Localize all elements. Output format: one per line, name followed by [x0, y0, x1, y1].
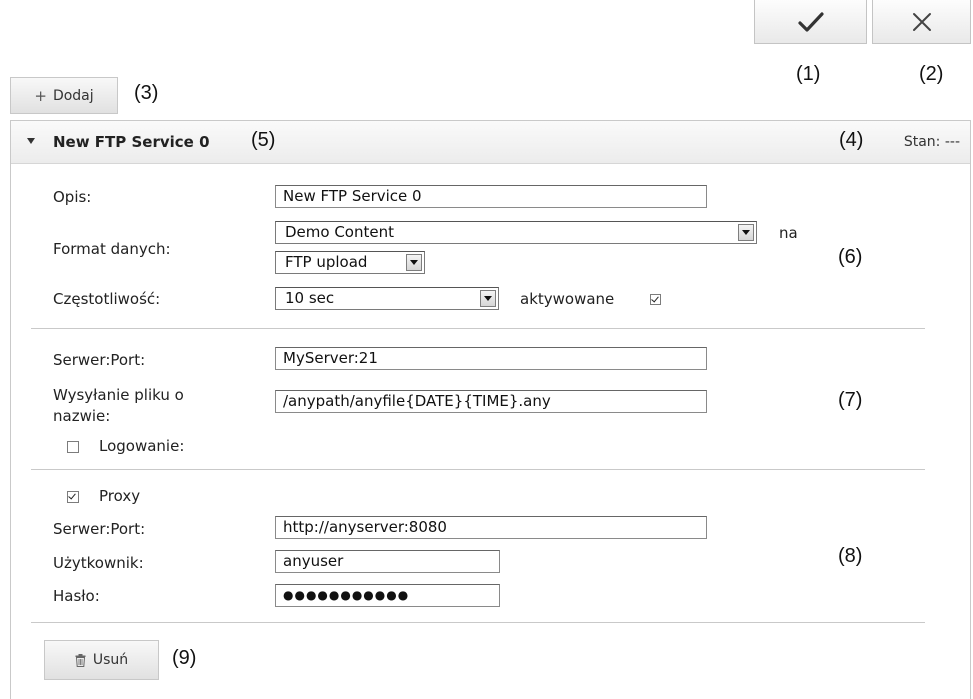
confirm-button[interactable]: [754, 0, 867, 44]
frequency-label: Częstotliwość:: [53, 290, 161, 308]
callout-4: (4): [839, 129, 864, 151]
service-title: New FTP Service 0: [53, 133, 210, 151]
checkmark-icon: [797, 11, 824, 32]
login-label: Logowanie:: [99, 437, 185, 455]
delete-button[interactable]: Usuń: [44, 640, 159, 680]
callout-3: (3): [134, 82, 159, 104]
activated-label: aktywowane: [520, 290, 615, 308]
chevron-down-icon[interactable]: [406, 254, 422, 271]
transfer-select[interactable]: FTP upload: [275, 251, 425, 274]
proxy-password-input[interactable]: ●●●●●●●●●●●: [275, 584, 500, 607]
filename-label-line1: Wysyłanie pliku o: [53, 386, 184, 404]
activated-checkbox[interactable]: [650, 294, 661, 305]
status-value: ---: [944, 134, 960, 150]
plus-icon: +: [34, 86, 47, 105]
filename-input[interactable]: /anypath/anyfile{DATE}{TIME}.any: [275, 390, 707, 413]
section-divider: [31, 469, 925, 470]
chevron-down-icon[interactable]: [738, 224, 754, 241]
format-select[interactable]: Demo Content: [275, 221, 757, 244]
proxy-checkbox[interactable]: [67, 491, 79, 503]
add-button[interactable]: + Dodaj: [10, 77, 118, 114]
proxy-user-input[interactable]: anyuser: [275, 550, 500, 573]
callout-1: (1): [796, 63, 821, 85]
description-input[interactable]: New FTP Service 0: [275, 185, 707, 208]
trash-icon: [75, 653, 86, 667]
callout-5: (5): [251, 129, 276, 151]
close-icon: [912, 12, 931, 31]
service-panel-header[interactable]: New FTP Service 0 (5) (4) Stan: ---: [11, 121, 970, 164]
filename-label-line2: nazwie:: [53, 407, 111, 425]
chevron-down-icon[interactable]: [480, 290, 496, 307]
ftp-server-input[interactable]: MyServer:21: [275, 347, 707, 370]
proxy-user-label: Użytkownik:: [53, 554, 144, 572]
callout-7: (7): [838, 389, 863, 411]
callout-8: (8): [838, 545, 863, 567]
status-indicator: Stan: ---: [904, 134, 960, 150]
description-label: Opis:: [53, 188, 92, 206]
cancel-button[interactable]: [872, 0, 971, 44]
format-label: Format danych:: [53, 240, 171, 258]
transfer-select-value: FTP upload: [285, 253, 368, 271]
proxy-label: Proxy: [99, 487, 141, 505]
callout-6: (6): [838, 246, 863, 268]
format-suffix: na: [779, 224, 798, 242]
frequency-select-value: 10 sec: [285, 289, 335, 307]
delete-button-label: Usuń: [92, 652, 129, 668]
section-divider: [31, 622, 925, 623]
proxy-server-label: Serwer:Port:: [53, 520, 146, 538]
login-checkbox[interactable]: [67, 441, 79, 453]
add-button-label: Dodaj: [52, 87, 94, 104]
proxy-server-input[interactable]: http://anyserver:8080: [275, 516, 707, 539]
frequency-select[interactable]: 10 sec: [275, 287, 499, 310]
section-divider: [31, 328, 925, 329]
status-label: Stan:: [903, 134, 941, 150]
proxy-password-label: Hasło:: [53, 587, 100, 605]
format-select-value: Demo Content: [285, 223, 394, 241]
callout-2: (2): [919, 63, 944, 85]
ftp-server-label: Serwer:Port:: [53, 351, 146, 369]
collapse-caret-icon[interactable]: [27, 138, 35, 144]
callout-9: (9): [172, 647, 197, 669]
